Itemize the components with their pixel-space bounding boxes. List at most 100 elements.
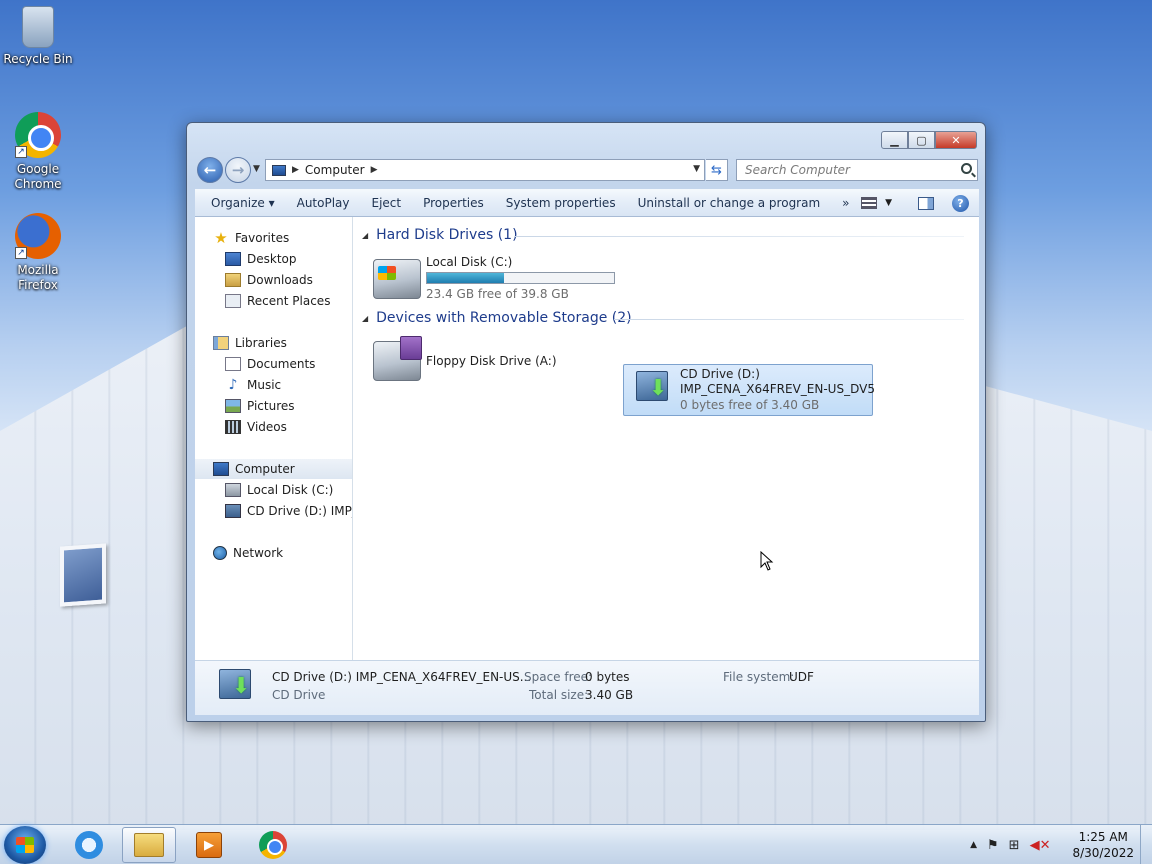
clock-time: 1:25 AM [1078, 830, 1128, 844]
system-properties-button[interactable]: System properties [495, 196, 627, 210]
total-size-label: Total size: [529, 688, 589, 702]
shortcut-arrow-icon: ↗ [15, 247, 27, 259]
nav-label: Pictures [247, 399, 295, 413]
recent-pages-dropdown[interactable]: ▼ [253, 164, 260, 174]
nav-libraries[interactable]: Libraries [213, 333, 287, 353]
change-view-icon[interactable] [861, 197, 878, 209]
drive-volume-label: IMP_CENA_X64FREV_EN-US_DV5 [680, 382, 875, 396]
uninstall-program-button[interactable]: Uninstall or change a program [627, 196, 832, 210]
nav-network[interactable]: Network [213, 543, 283, 563]
breadcrumb-chevron-icon[interactable]: ▶ [371, 165, 378, 175]
content-area: ★ Favorites Desktop Downloads Recent Plac… [195, 217, 979, 660]
breadcrumb-chevron-icon[interactable]: ▶ [292, 165, 299, 175]
taskbar-internet-explorer[interactable] [62, 827, 116, 863]
show-desktop-button[interactable] [1140, 825, 1152, 864]
pictures-icon [225, 399, 241, 413]
drive-name: Local Disk (C:) [426, 255, 513, 269]
recent-places-icon [225, 294, 241, 308]
cd-drive-icon [225, 504, 241, 518]
desktop-icon-mozilla-firefox[interactable]: ↗ Mozilla Firefox [2, 213, 74, 293]
nav-documents[interactable]: Documents [225, 354, 315, 374]
volume-muted-icon[interactable]: ◀✕ [1030, 838, 1051, 853]
drive-usage-fill [427, 273, 504, 283]
videos-icon [225, 420, 241, 434]
file-system-label: File system: [723, 670, 795, 684]
navigation-pane: ★ Favorites Desktop Downloads Recent Plac… [195, 217, 353, 660]
more-commands-button[interactable]: » [831, 196, 860, 210]
action-center-flag-icon[interactable]: ⚑ [987, 838, 999, 853]
network-status-icon[interactable]: ⊞ [1009, 838, 1020, 853]
start-button[interactable] [4, 826, 46, 864]
nav-label: CD Drive (D:) IMP_CENA_X64FREV_EN-US_DV5 [247, 504, 352, 518]
navigation-bar: ← → ▼ ▶ Computer ▶ ▼ ⇆ Search Computer [195, 157, 978, 183]
nav-local-disk[interactable]: Local Disk (C:) [225, 480, 333, 500]
nav-favorites[interactable]: ★ Favorites [213, 228, 289, 248]
chrome-icon: ↗ [15, 112, 61, 158]
wallpaper-window [60, 543, 106, 607]
nav-desktop[interactable]: Desktop [225, 249, 297, 269]
nav-label: Local Disk (C:) [247, 483, 334, 497]
view-dropdown-icon[interactable]: ▼ [885, 198, 892, 208]
breadcrumb-computer[interactable]: Computer [305, 163, 365, 177]
internet-explorer-icon [75, 831, 103, 859]
group-label: Devices with Removable Storage (2) [376, 310, 632, 326]
media-player-icon: ▶ [196, 832, 222, 858]
documents-icon [225, 357, 241, 371]
autoplay-button[interactable]: AutoPlay [286, 196, 361, 210]
minimize-button[interactable]: ▁ [881, 131, 908, 149]
properties-button[interactable]: Properties [412, 196, 495, 210]
address-bar[interactable]: ▶ Computer ▶ ▼ [265, 159, 705, 181]
nav-recent-places[interactable]: Recent Places [225, 291, 330, 311]
show-hidden-icons-icon[interactable]: ▲ [970, 840, 977, 850]
drive-free-space: 0 bytes free of 3.40 GB [680, 398, 820, 412]
nav-music[interactable]: ♪ Music [225, 375, 282, 395]
nav-downloads[interactable]: Downloads [225, 270, 313, 290]
group-header-hard-disk-drives[interactable]: ◢ Hard Disk Drives (1) [362, 227, 518, 243]
nav-pictures[interactable]: Pictures [225, 396, 295, 416]
search-placeholder: Search Computer [745, 163, 850, 177]
nav-videos[interactable]: Videos [225, 417, 287, 437]
network-icon [213, 546, 227, 560]
close-button[interactable]: ✕ [935, 131, 977, 149]
forward-button[interactable]: → [225, 157, 251, 183]
address-dropdown-icon[interactable]: ▼ [693, 164, 700, 174]
search-icon[interactable] [961, 163, 972, 174]
nav-cd-drive[interactable]: CD Drive (D:) IMP_CENA_X64FREV_EN-US_DV5 [225, 501, 352, 521]
libraries-icon [213, 336, 229, 350]
nav-label: Computer [235, 462, 295, 476]
drive-free-space: 23.4 GB free of 39.8 GB [426, 287, 569, 301]
desktop-icon-google-chrome[interactable]: ↗ Google Chrome [2, 112, 74, 192]
shortcut-arrow-icon: ↗ [15, 146, 27, 158]
search-input[interactable]: Search Computer [736, 159, 978, 181]
taskbar-google-chrome[interactable] [246, 827, 300, 863]
collapse-triangle-icon[interactable]: ◢ [362, 231, 368, 240]
nav-label: Favorites [235, 231, 290, 245]
windows-explorer-icon [134, 833, 164, 857]
taskbar-windows-explorer[interactable] [122, 827, 176, 863]
maximize-button[interactable]: ▢ [908, 131, 935, 149]
help-icon[interactable]: ? [952, 194, 969, 212]
clock[interactable]: 1:25 AM 8/30/2022 [1072, 829, 1134, 861]
command-bar: Organize ▾ AutoPlay Eject Properties Sys… [195, 189, 979, 217]
firefox-icon: ↗ [15, 213, 61, 259]
view-controls: ▼ ? [861, 189, 979, 217]
desktop-icon-recycle-bin[interactable]: Recycle Bin [2, 6, 74, 67]
back-button[interactable]: ← [197, 157, 223, 183]
refresh-button[interactable]: ⇆ [706, 159, 728, 181]
nav-label: Network [233, 546, 284, 560]
nav-computer[interactable]: Computer [195, 459, 352, 479]
preview-pane-icon[interactable] [918, 196, 934, 210]
drive-name: Floppy Disk Drive (A:) [426, 354, 557, 368]
drive-cd-d[interactable]: CD Drive (D:) IMP_CENA_X64FREV_EN-US_DV5… [623, 364, 875, 416]
computer-icon [272, 164, 286, 176]
eject-button[interactable]: Eject [361, 196, 413, 210]
nav-label: Desktop [247, 252, 297, 266]
file-system-value: UDF [789, 670, 814, 684]
space-free-label: Space free: [524, 670, 593, 684]
taskbar: ▶ ▲ ⚑ ⊞ ◀✕ 1:25 AM 8/30/2022 [0, 824, 1152, 864]
total-size-value: 3.40 GB [585, 688, 634, 702]
collapse-triangle-icon[interactable]: ◢ [362, 314, 368, 323]
organize-button[interactable]: Organize ▾ [195, 196, 286, 210]
group-header-removable-storage[interactable]: ◢ Devices with Removable Storage (2) [362, 310, 632, 326]
taskbar-media-player[interactable]: ▶ [182, 827, 236, 863]
